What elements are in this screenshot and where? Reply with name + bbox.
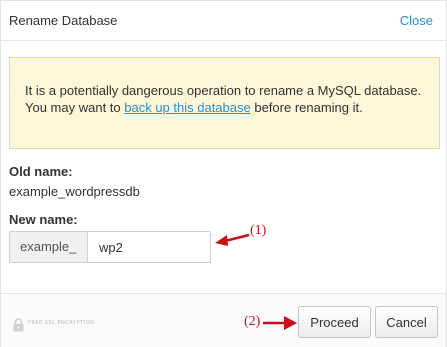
rename-database-dialog: Rename Database Close It is a potentiall… (0, 0, 447, 347)
old-name-value: example_wordpressdb (9, 184, 140, 199)
annotation-step-2: (2) (244, 314, 261, 329)
annotation-arrow-1 (215, 233, 250, 246)
annotation-arrow-2 (263, 316, 297, 330)
dialog-title: Rename Database (9, 13, 118, 28)
backup-database-link[interactable]: back up this database (124, 100, 250, 115)
new-name-label: New name: (9, 212, 78, 227)
close-link[interactable]: Close (400, 13, 433, 28)
dialog-header: Rename Database Close (1, 1, 446, 41)
ssl-badge-text: FREE SSL ENCRYPTION (28, 320, 95, 326)
cancel-button[interactable]: Cancel (375, 306, 438, 338)
lock-icon (13, 318, 24, 332)
new-name-prefix: example_ (10, 232, 88, 262)
warning-text-end: before renaming it. (250, 100, 363, 115)
ssl-badge: FREE SSL ENCRYPTION (13, 316, 113, 334)
new-name-input-group: example_ (9, 231, 211, 263)
annotation-step-1: (1) (250, 223, 267, 238)
warning-box: It is a potentially dangerous operation … (9, 57, 440, 149)
old-name-label: Old name: (9, 164, 73, 179)
new-name-input[interactable] (89, 232, 210, 262)
warning-text: It is a potentially dangerous operation … (25, 82, 425, 116)
proceed-button[interactable]: Proceed (298, 306, 371, 338)
